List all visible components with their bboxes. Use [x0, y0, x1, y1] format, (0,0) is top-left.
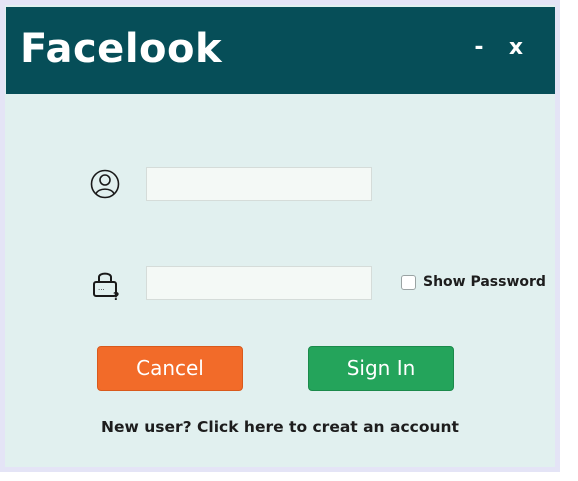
show-password-toggle[interactable]: Show Password — [401, 271, 546, 293]
create-account-link[interactable]: New user? Click here to creat an account — [5, 418, 555, 436]
show-password-checkbox[interactable] — [401, 274, 416, 290]
sign-in-button[interactable]: Sign In — [308, 346, 454, 391]
username-input[interactable] — [146, 167, 372, 201]
app-title: Facelook — [20, 26, 223, 72]
login-window: Facelook - x ··· ? Show Password Cancel … — [0, 0, 560, 472]
close-button[interactable]: x — [501, 31, 531, 65]
title-bar: Facelook - x — [6, 7, 555, 94]
show-password-label: Show Password — [423, 274, 546, 290]
svg-text:···: ··· — [98, 286, 105, 294]
minimize-button[interactable]: - — [464, 31, 494, 65]
cancel-button[interactable]: Cancel — [97, 346, 243, 391]
password-input[interactable] — [146, 266, 372, 300]
user-icon — [90, 169, 120, 199]
lock-icon: ··· ? — [93, 272, 119, 301]
svg-text:?: ? — [113, 290, 119, 301]
